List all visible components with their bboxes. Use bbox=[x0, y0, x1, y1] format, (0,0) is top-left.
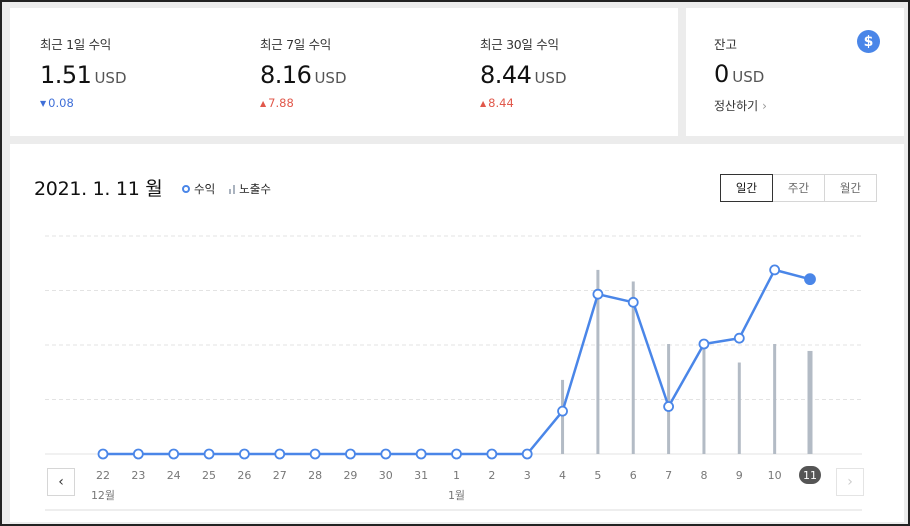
stat-label: 최근 30일 수익 bbox=[480, 37, 559, 52]
stat-number: 8.44 bbox=[480, 61, 532, 89]
tab-daily[interactable]: 일간 bbox=[720, 174, 773, 202]
stat-change: ▲ 8.44 bbox=[480, 96, 567, 110]
revenue-point bbox=[804, 273, 816, 286]
stat-change-value: 7.88 bbox=[268, 96, 294, 110]
chevron-right-icon: › bbox=[762, 99, 767, 113]
tab-monthly[interactable]: 월간 bbox=[824, 174, 877, 202]
impressions-bar bbox=[737, 362, 741, 454]
x-tick-label: 23 bbox=[131, 469, 145, 482]
stat-unit: USD bbox=[94, 69, 127, 87]
settle-link[interactable]: 정산하기 › bbox=[714, 97, 767, 114]
impressions-bar bbox=[702, 344, 706, 454]
x-tick-label: 29 bbox=[343, 469, 357, 482]
balance-number: 0 bbox=[714, 60, 730, 88]
x-tick-label: 30 bbox=[379, 469, 393, 482]
stat-unit: USD bbox=[314, 69, 347, 87]
x-tick-label: 28 bbox=[308, 469, 322, 482]
x-tick-label: 6 bbox=[630, 469, 637, 482]
stat-1day: 최근 1일 수익 1.51 USD ▼ 0.08 bbox=[40, 34, 127, 110]
impressions-bar bbox=[773, 344, 777, 454]
revenue-point bbox=[663, 401, 674, 412]
x-tick-label: 2 bbox=[488, 469, 495, 482]
stat-value: 8.44 USD bbox=[480, 61, 567, 89]
x-tick-label: 10 bbox=[768, 469, 782, 482]
revenue-point bbox=[238, 448, 250, 460]
chart-card: 22 23 24 25 26 27 28 29 30 31 1 2 3 4 5 6 7 8 9 10 11 12월 1월 2… bbox=[10, 144, 904, 522]
settle-label: 정산하기 bbox=[714, 99, 759, 113]
x-tick-label: 26 bbox=[237, 469, 251, 482]
legend-revenue-label: 수익 bbox=[194, 182, 216, 196]
tab-weekly[interactable]: 주간 bbox=[772, 174, 825, 202]
x-tick-label: 31 bbox=[414, 469, 428, 482]
stat-change-value: 0.08 bbox=[48, 96, 74, 110]
impressions-bar bbox=[561, 379, 565, 454]
x-tick-label: 25 bbox=[202, 469, 216, 482]
revenue-point bbox=[345, 448, 356, 460]
up-arrow-icon: ▲ bbox=[260, 99, 267, 108]
legend-impressions-label: 노출수 bbox=[239, 182, 271, 196]
balance-label: 잔고 bbox=[714, 37, 738, 52]
stat-value: 8.16 USD bbox=[260, 61, 347, 89]
revenue-point bbox=[557, 405, 568, 417]
revenue-point bbox=[132, 448, 144, 460]
balance-card: 잔고 $ 0 USD 정산하기 › bbox=[686, 8, 904, 136]
x-tick-label: 7 bbox=[665, 469, 672, 482]
stat-number: 1.51 bbox=[40, 61, 92, 89]
x-tick-label: 4 bbox=[559, 469, 566, 482]
revenue-point bbox=[415, 448, 427, 460]
period-tabs: 일간 주간 월간 bbox=[720, 174, 877, 202]
x-tick-label: 22 bbox=[96, 469, 110, 482]
revenue-point bbox=[380, 448, 392, 460]
next-page-button[interactable]: › bbox=[836, 468, 864, 496]
revenue-point bbox=[97, 448, 109, 460]
x-tick-label: 8 bbox=[700, 469, 707, 482]
revenue-point bbox=[521, 448, 533, 460]
x-tick-label: 24 bbox=[167, 469, 181, 482]
month-label: 1월 bbox=[448, 489, 465, 502]
date-title: 2021. 1. 11 월 bbox=[34, 178, 163, 200]
revenue-point bbox=[769, 264, 781, 276]
x-tick-label: 3 bbox=[524, 469, 531, 482]
stat-value: 1.51 USD bbox=[40, 61, 127, 89]
stat-change-value: 8.44 bbox=[488, 96, 514, 110]
stat-change: ▼ 0.08 bbox=[40, 96, 127, 110]
legend-revenue-marker bbox=[182, 185, 190, 193]
stat-label: 최근 1일 수익 bbox=[40, 37, 111, 52]
stats-card: 최근 1일 수익 1.51 USD ▼ 0.08 최근 7일 수익 8.16 USD … bbox=[10, 8, 678, 136]
stat-change: ▲ 7.88 bbox=[260, 96, 347, 110]
stat-7day: 최근 7일 수익 8.16 USD ▲ 7.88 bbox=[260, 34, 347, 110]
legend-impressions-marker bbox=[229, 184, 236, 194]
balance-unit: USD bbox=[732, 68, 765, 86]
stat-unit: USD bbox=[534, 69, 567, 87]
stat-label: 최근 7일 수익 bbox=[260, 37, 331, 52]
revenue-point bbox=[733, 332, 745, 344]
revenue-point bbox=[274, 448, 286, 460]
x-tick-label: 27 bbox=[273, 469, 287, 482]
x-tick-label: 5 bbox=[594, 469, 601, 482]
stat-number: 8.16 bbox=[260, 61, 312, 89]
down-arrow-icon: ▼ bbox=[40, 99, 47, 108]
chart-legend: 수익 노출수 bbox=[182, 181, 271, 197]
balance-value: 0 USD bbox=[714, 60, 764, 88]
x-tick-label: 9 bbox=[736, 469, 743, 482]
impressions-bar bbox=[667, 344, 671, 454]
revenue-point bbox=[486, 448, 498, 460]
x-tick-label: 1 bbox=[453, 469, 460, 482]
revenue-point bbox=[168, 448, 180, 460]
month-label: 12월 bbox=[91, 489, 115, 502]
revenue-point bbox=[203, 448, 215, 460]
stat-30day: 최근 30일 수익 8.44 USD ▲ 8.44 bbox=[480, 34, 567, 110]
dollar-icon: $ bbox=[857, 30, 880, 53]
prev-page-button[interactable]: ‹ bbox=[47, 468, 75, 496]
revenue-point bbox=[451, 448, 462, 460]
revenue-point bbox=[698, 338, 710, 350]
impressions-bar bbox=[807, 350, 813, 454]
revenue-point bbox=[309, 448, 321, 460]
revenue-point bbox=[592, 288, 604, 300]
revenue-point bbox=[627, 296, 639, 308]
up-arrow-icon: ▲ bbox=[480, 99, 487, 108]
x-tick-label: 11 bbox=[803, 469, 817, 482]
